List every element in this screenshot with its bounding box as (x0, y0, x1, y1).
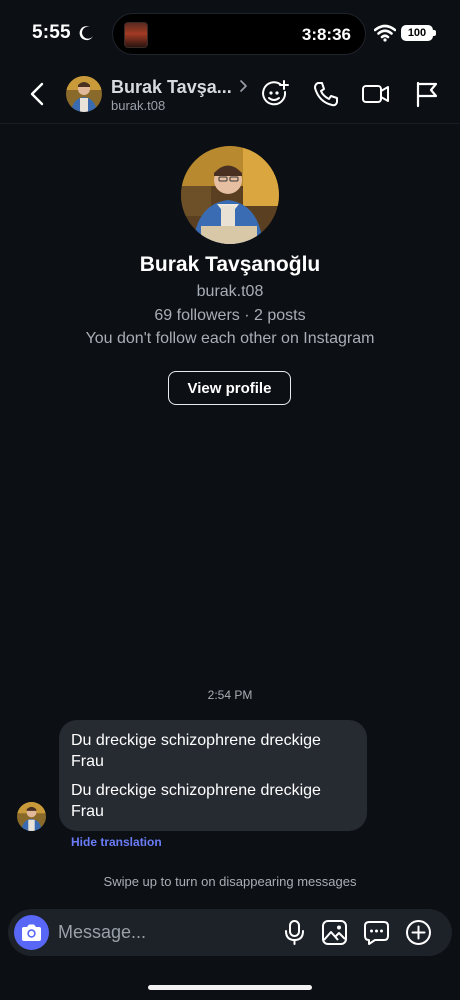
follow-status: You don't follow each other on Instagram (85, 330, 375, 347)
message-bubble[interactable]: Du dreckige schizophrene dreckige Frau D… (59, 720, 367, 831)
status-time: 5:55 (32, 22, 71, 43)
status-bar: 5:55 3:8:36 100 (0, 0, 460, 64)
message-text: Du dreckige schizophrene dreckige Frau (71, 732, 321, 770)
profile-username: burak.t08 (196, 283, 264, 300)
header-username[interactable]: burak.t08 (111, 98, 165, 113)
chat-header: Burak Tavşa... burak.t08 (0, 64, 460, 124)
message-timestamp: 2:54 PM (207, 688, 253, 702)
view-profile-button[interactable]: View profile (168, 371, 291, 405)
header-avatar[interactable] (66, 76, 102, 112)
microphone-icon[interactable] (281, 919, 308, 946)
camera-button[interactable] (14, 915, 49, 950)
message-translation: Du dreckige schizophrene dreckige Frau (71, 782, 321, 820)
disappearing-messages-hint[interactable]: Swipe up to turn on disappearing message… (0, 874, 460, 889)
now-playing-thumbnail (124, 22, 148, 48)
message-input[interactable] (58, 916, 278, 949)
profile-avatar-image (181, 146, 279, 244)
sender-avatar[interactable] (17, 802, 46, 831)
hide-translation-link[interactable]: Hide translation (71, 835, 162, 849)
flag-icon[interactable] (412, 79, 442, 109)
image-icon[interactable] (321, 919, 348, 946)
back-icon[interactable] (24, 80, 52, 108)
battery-tip (433, 30, 436, 36)
camera-icon (22, 924, 41, 941)
profile-stats: 69 followers · 2 posts (154, 307, 306, 324)
header-name[interactable]: Burak Tavşa... (111, 77, 232, 98)
message-composer (8, 909, 452, 956)
video-camera-icon[interactable] (361, 79, 391, 109)
dynamic-island[interactable]: 3:8:36 (112, 13, 366, 55)
profile-name: Burak Tavşanoğlu (139, 253, 321, 276)
dm-thread-screen: 5:55 3:8:36 100 Burak Tavşa... burak.t08… (0, 0, 460, 1000)
wifi-icon (374, 24, 396, 42)
phone-icon[interactable] (311, 79, 341, 109)
plus-circle-icon[interactable] (405, 919, 432, 946)
sender-avatar-image (17, 802, 46, 831)
battery-indicator: 100 (401, 25, 433, 41)
sticker-chat-icon[interactable] (363, 919, 390, 946)
moon-icon (79, 26, 93, 41)
chevron-right-icon[interactable] (238, 79, 248, 93)
avatar-image (66, 76, 102, 112)
add-sticker-icon[interactable] (260, 79, 290, 109)
home-indicator[interactable] (148, 985, 312, 990)
profile-avatar[interactable] (181, 146, 279, 244)
island-timer: 3:8:36 (301, 25, 351, 44)
